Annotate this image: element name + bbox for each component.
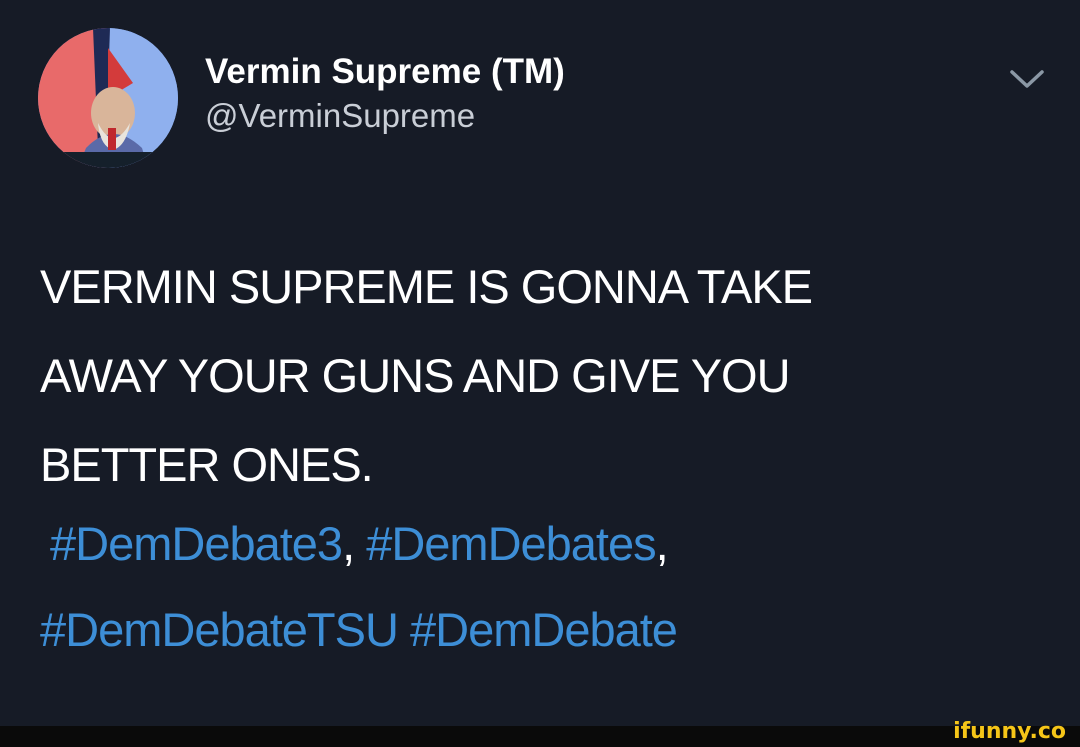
- hashtag-separator: ,: [342, 517, 355, 570]
- avatar[interactable]: [38, 28, 178, 168]
- hashtag-link[interactable]: #DemDebate3: [50, 517, 343, 570]
- hashtag-list: #DemDebate3, #DemDebates, #DemDebateTSU …: [40, 501, 1050, 673]
- tweet-text: VERMIN SUPREME IS GONNA TAKE AWAY YOUR G…: [40, 242, 1050, 509]
- chevron-down-icon[interactable]: [1004, 64, 1050, 94]
- tweet-text-line: AWAY YOUR GUNS AND GIVE YOU: [40, 349, 791, 402]
- avatar-image: [38, 28, 178, 168]
- hashtag-row: #DemDebate3, #DemDebates,: [40, 501, 1050, 587]
- watermark-logo: ifunny.co: [953, 719, 1066, 744]
- tweet-text-line: VERMIN SUPREME IS GONNA TAKE: [40, 260, 813, 313]
- hashtag-link[interactable]: #DemDebate: [410, 603, 678, 656]
- hashtag-link[interactable]: #DemDebates: [366, 517, 656, 570]
- tweet-author[interactable]: Vermin Supreme (TM) @VerminSupreme: [205, 50, 565, 138]
- tweet-card: Vermin Supreme (TM) @VerminSupreme VERMI…: [0, 0, 1080, 726]
- tweet-text-line: BETTER ONES.: [40, 438, 374, 491]
- watermark-bar: [0, 726, 1080, 747]
- display-name[interactable]: Vermin Supreme (TM): [205, 50, 565, 94]
- user-handle[interactable]: @VerminSupreme: [205, 94, 565, 138]
- hashtag-link[interactable]: #DemDebateTSU: [40, 603, 399, 656]
- hashtag-row: #DemDebateTSU #DemDebate: [40, 587, 1050, 673]
- hashtag-separator: ,: [655, 517, 669, 570]
